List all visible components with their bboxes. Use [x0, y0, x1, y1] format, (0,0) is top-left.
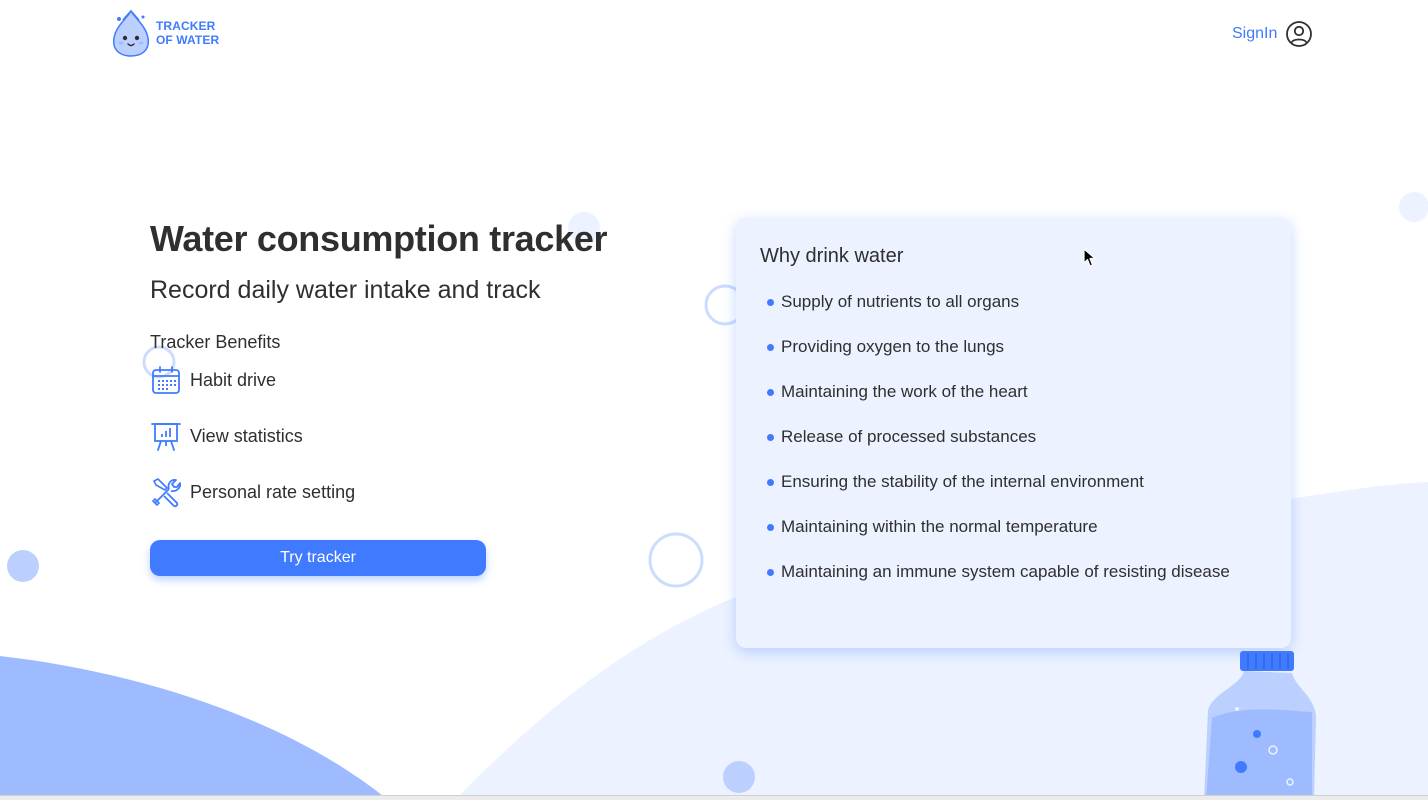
- list-item-text: Maintaining an immune system capable of …: [781, 562, 1230, 581]
- list-item-text: Supply of nutrients to all organs: [781, 292, 1020, 311]
- why-drink-water-card: Why drink water Supply of nutrients to a…: [736, 218, 1291, 648]
- list-item-text: Maintaining within the normal temperatur…: [781, 517, 1098, 536]
- presentation-chart-icon: [151, 423, 181, 451]
- card-title: Why drink water: [760, 245, 904, 267]
- benefit-item-habit: Habit drive: [150, 364, 670, 396]
- decor-bubble: [723, 761, 755, 793]
- logo-line-2: OF WATER: [156, 33, 220, 47]
- benefit-item-rate: Personal rate setting: [150, 476, 670, 508]
- facts-list: Supply of nutrients to all organs Provid…: [760, 290, 1267, 584]
- list-item: Maintaining within the normal temperatur…: [760, 515, 1267, 539]
- bullet-dot: [767, 478, 774, 486]
- list-item: Maintaining the work of the heart: [760, 380, 1267, 404]
- water-drop-mascot-icon: [112, 9, 150, 57]
- calendar-icon: [152, 366, 180, 394]
- list-item-text: Release of processed substances: [781, 427, 1037, 446]
- page-title: Water consumption tracker: [150, 218, 608, 259]
- benefits-title: Tracker Benefits: [150, 332, 281, 352]
- hero-section: Water consumption tracker Record daily w…: [150, 216, 670, 576]
- signin-button[interactable]: SignIn: [1232, 20, 1313, 48]
- user-circle-icon: [1286, 21, 1313, 47]
- benefit-label: Habit drive: [190, 370, 277, 390]
- decor-bubble: [1399, 192, 1428, 222]
- signin-label: SignIn: [1232, 25, 1278, 42]
- benefit-item-statistics: View statistics: [150, 420, 670, 452]
- benefit-label: View statistics: [190, 426, 303, 446]
- benefits-list: Habit drive View statistics Personal rat…: [150, 364, 670, 508]
- logo-text: TRACKER OF WATER: [156, 19, 219, 47]
- bullet-dot: [767, 343, 774, 351]
- logo-line-1: TRACKER: [156, 19, 216, 33]
- tools-icon: [151, 478, 182, 508]
- background-wave-dark: [0, 656, 388, 800]
- list-item-text: Providing oxygen to the lungs: [781, 337, 1005, 356]
- list-item: Supply of nutrients to all organs: [760, 290, 1267, 314]
- list-item: Ensuring the stability of the internal e…: [760, 470, 1267, 494]
- list-item-text: Ensuring the stability of the internal e…: [781, 472, 1144, 491]
- decor-bubble: [7, 550, 39, 582]
- top-header: TRACKER OF WATER SignIn: [0, 0, 1428, 66]
- list-item-text: Maintaining the work of the heart: [781, 382, 1028, 401]
- list-item: Release of processed substances: [760, 425, 1267, 449]
- page-subtitle: Record daily water intake and track: [150, 276, 541, 304]
- try-tracker-button[interactable]: Try tracker: [150, 540, 486, 576]
- window-bottom-edge: [0, 795, 1428, 800]
- logo-link[interactable]: TRACKER OF WATER: [110, 8, 219, 58]
- bullet-dot: [767, 523, 774, 531]
- mouse-cursor-icon: [1083, 248, 1096, 267]
- bullet-dot: [767, 433, 774, 441]
- bullet-dot: [767, 388, 774, 396]
- bullet-dot: [767, 298, 774, 306]
- benefit-label: Personal rate setting: [190, 482, 356, 502]
- list-item: Providing oxygen to the lungs: [760, 335, 1267, 359]
- list-item: Maintaining an immune system capable of …: [760, 560, 1267, 584]
- bullet-dot: [767, 568, 774, 576]
